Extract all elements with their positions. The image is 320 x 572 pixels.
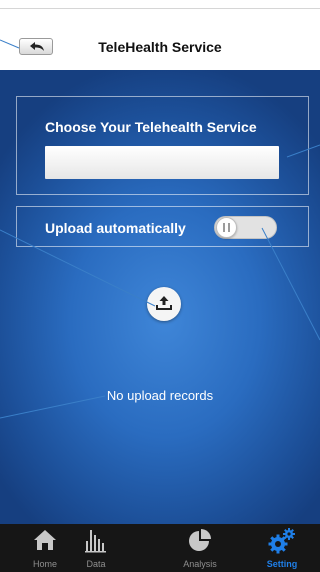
callout-line-service bbox=[286, 144, 320, 158]
callout-line-toggle bbox=[261, 227, 320, 341]
annotation-lines bbox=[0, 39, 320, 419]
callout-line-upload bbox=[0, 229, 156, 307]
callout-line-records bbox=[0, 395, 106, 419]
callout-line-back bbox=[0, 39, 20, 49]
